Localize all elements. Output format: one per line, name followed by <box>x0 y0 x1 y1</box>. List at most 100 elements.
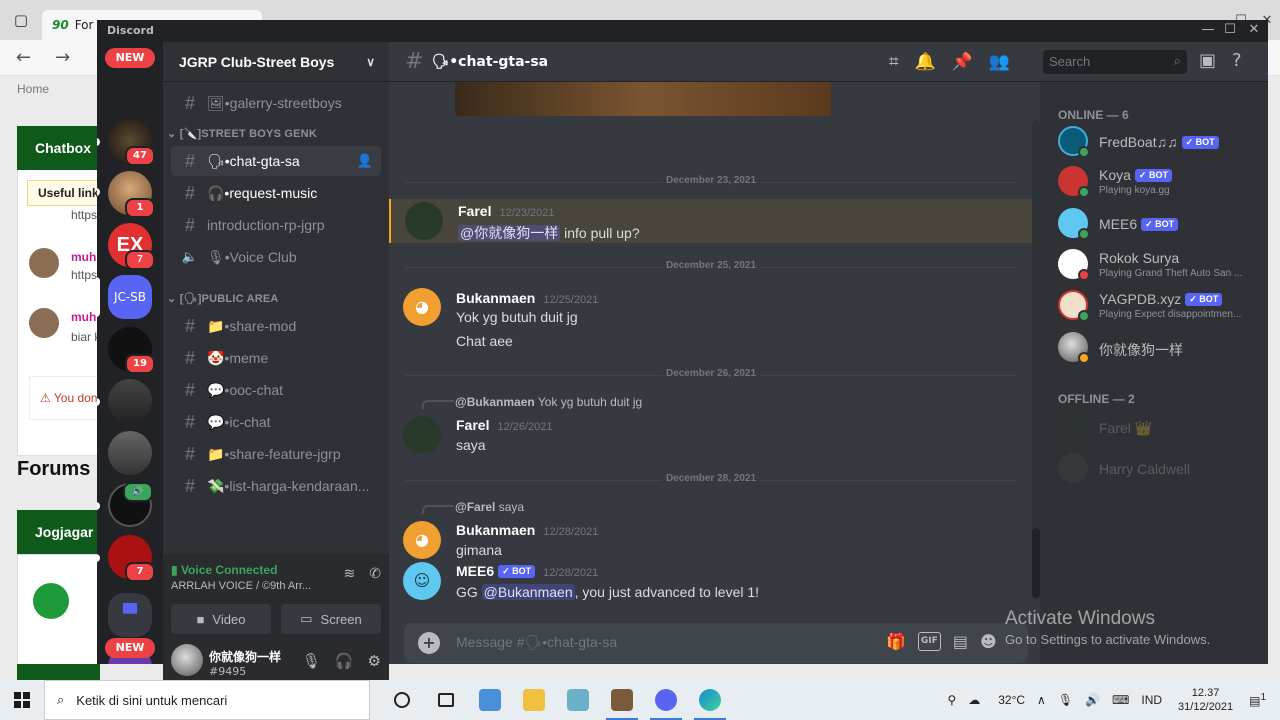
gift-icon[interactable]: 🎁 <box>886 632 906 651</box>
channel-list-harga[interactable]: # 💸•list-harga-kendaraan... <box>171 471 381 501</box>
message-author[interactable]: MEE6 ✓ BOT 12/28/2021 <box>456 563 598 579</box>
microphone-icon[interactable]: 🎙 <box>1052 693 1079 707</box>
message-author[interactable]: Bukanmaen 12/25/2021 <box>456 290 598 306</box>
bell-icon[interactable]: 🔔 <box>915 52 936 72</box>
forum-section-header[interactable]: Jogjagar <box>17 510 100 554</box>
embed-image[interactable] <box>455 82 831 116</box>
threads-icon[interactable]: ⌗ <box>889 52 899 72</box>
member-item[interactable]: Rokok Surya Playing Grand Theft Auto San… <box>1058 245 1258 285</box>
plus-icon[interactable]: + <box>418 632 440 654</box>
members-icon[interactable]: 👥 <box>989 52 1010 72</box>
member-item[interactable]: FredBoat♫♫ ✓ BOT <box>1058 122 1258 162</box>
discord-logo-icon[interactable]: ◕ <box>403 521 441 559</box>
home-link[interactable]: Home <box>17 82 49 96</box>
file-explorer-icon[interactable] <box>512 680 556 720</box>
message-item[interactable]: @Farel saya ◕ Bukanmaen 12/28/2021 gimana <box>389 497 1040 559</box>
notifications-icon[interactable]: ▤1 <box>1243 692 1280 708</box>
microphone-icon[interactable]: 🎙 <box>302 652 321 670</box>
avatar[interactable] <box>171 644 203 676</box>
taskbar-app-icon[interactable] <box>556 680 600 720</box>
task-view-icon[interactable] <box>424 680 468 720</box>
chatbox-link[interactable]: https <box>71 268 97 282</box>
channel-meme[interactable]: # 🤡•meme <box>171 343 381 373</box>
message-item[interactable]: Farel 12/23/2021 @你就像狗一样 info pull up? <box>389 199 1040 243</box>
channel-request-music[interactable]: # 🎧•request-music <box>171 178 381 208</box>
people-icon[interactable]: ⚲ <box>941 693 962 707</box>
inbox-icon[interactable]: ▣ <box>1199 50 1216 71</box>
clock[interactable]: 12.37 31/12/2021 <box>1168 686 1243 714</box>
invite-user-icon[interactable]: 👤 <box>357 153 373 169</box>
member-item[interactable]: YAGPDB.xyz ✓ BOT Playing Expect disappoin… <box>1058 286 1258 326</box>
server-header[interactable]: JGRP Club-Street Boys ∨ <box>163 42 389 82</box>
message-author[interactable]: Farel 12/26/2021 <box>456 417 553 433</box>
message-author[interactable]: Bukanmaen 12/28/2021 <box>456 522 598 538</box>
reply-reference[interactable]: @Bukanmaen Yok yg butuh duit jg <box>455 395 642 409</box>
message-item[interactable]: ◕ Bukanmaen 12/25/2021 Yok yg butuh duit … <box>389 286 1040 356</box>
category-street-boys-genk[interactable]: ⌄ [🔪]STREET BOYS GENK <box>167 127 317 140</box>
message-author[interactable]: Farel 12/23/2021 <box>458 203 555 219</box>
gif-icon[interactable]: GIF <box>917 632 941 651</box>
maximize-icon[interactable]: ☐ <box>1217 22 1243 37</box>
channel-galerry[interactable]: # 🖼•galerry-streetboys <box>171 88 381 118</box>
cortana-icon[interactable] <box>380 680 424 720</box>
chatbox-user[interactable]: muh <box>71 250 96 264</box>
chatbox-link[interactable]: https <box>71 208 97 222</box>
server-icon[interactable]: 🔊 <box>108 482 153 527</box>
user-mention[interactable]: @你就像狗一样 <box>458 225 561 241</box>
server-icon[interactable]: 7 <box>108 535 155 582</box>
avatar[interactable] <box>405 202 443 240</box>
channel-ic-chat[interactable]: # 💬•ic-chat <box>171 407 381 437</box>
avatar[interactable] <box>403 416 441 454</box>
language-indicator[interactable]: IND <box>1135 693 1168 707</box>
member-item[interactable]: MEE6 ✓ BOT <box>1058 204 1258 244</box>
reply-reference[interactable]: @Farel saya <box>455 500 524 514</box>
chatbox-user[interactable]: muh <box>71 310 96 324</box>
keyboard-icon[interactable]: ⌨ <box>1106 693 1135 707</box>
taskbar-search-input[interactable]: ⌕ Ketik di sini untuk mencari <box>44 680 370 720</box>
server-icon[interactable]: 47 <box>108 119 155 166</box>
server-icon-selected[interactable]: JC-SB <box>108 275 152 319</box>
scrollbar-thumb[interactable] <box>1032 528 1040 598</box>
back-arrow-icon[interactable]: ← <box>16 47 31 68</box>
tab-actions-icon[interactable]: ▢ <box>0 0 42 40</box>
mee6-avatar[interactable]: ☺ <box>403 562 441 600</box>
voice-channel-club[interactable]: 🔈 🎙•Voice Club <box>171 242 381 272</box>
volume-icon[interactable]: 🔊 <box>1079 693 1106 707</box>
temperature[interactable]: 32°C <box>992 693 1031 707</box>
server-icon[interactable] <box>108 431 152 475</box>
sticker-icon[interactable]: ▤ <box>953 632 968 651</box>
message-composer[interactable]: + Message #🗣•chat-gta-sa 🎁 GIF ▤ ☻ <box>404 623 1028 663</box>
gear-icon[interactable]: ⚙ <box>368 652 381 670</box>
discord-logo-icon[interactable]: ◕ <box>403 288 441 326</box>
video-button[interactable]: ■ Video <box>171 604 271 634</box>
weather-icon[interactable]: ☁ <box>962 693 992 707</box>
forward-arrow-icon[interactable]: → <box>55 47 70 68</box>
disconnect-icon[interactable]: ✆ <box>369 566 381 582</box>
chevron-up-icon[interactable]: ∧ <box>1031 693 1052 707</box>
edge-browser-icon[interactable] <box>688 680 732 720</box>
screen-share-button[interactable]: ▭ Screen <box>281 604 381 634</box>
server-icon[interactable] <box>108 379 152 423</box>
member-item[interactable]: 你就像狗一样 <box>1058 328 1258 368</box>
close-icon[interactable]: ✕ <box>1241 22 1267 37</box>
member-item[interactable]: Harry Caldwell <box>1058 449 1258 489</box>
voice-location[interactable]: ARRLAH VOICE / ©9th Arr... <box>171 580 311 592</box>
taskbar-app-icon[interactable] <box>600 680 644 720</box>
member-item[interactable]: Koya ✓ BOT Playing koya.gg <box>1058 162 1258 202</box>
search-input[interactable]: Search ⌕ <box>1043 50 1187 74</box>
category-public-area[interactable]: ⌄ [🗣]PUBLIC AREA <box>167 292 279 305</box>
headphones-icon[interactable]: 🎧 <box>335 652 354 670</box>
channel-share-mod[interactable]: # 📁•share-mod <box>171 311 381 341</box>
channel-introduction[interactable]: # introduction-rp-jgrp <box>171 210 381 240</box>
message-item[interactable]: @Bukanmaen Yok yg butuh duit jg Farel 12/… <box>389 392 1040 454</box>
start-button[interactable] <box>0 680 44 720</box>
help-icon[interactable]: ? <box>1232 50 1242 71</box>
member-item[interactable]: Farel 👑 <box>1058 408 1258 448</box>
channel-share-feature[interactable]: # 📁•share-feature-jgrp <box>171 439 381 469</box>
pin-icon[interactable]: 📌 <box>952 52 973 72</box>
user-mention[interactable]: @Bukanmaen <box>481 584 575 600</box>
server-icon[interactable]: 1 <box>108 171 155 218</box>
noise-suppression-icon[interactable]: ≋ <box>344 566 356 582</box>
discord-app-icon[interactable] <box>644 680 688 720</box>
server-icon[interactable]: EX 7 <box>108 223 155 270</box>
